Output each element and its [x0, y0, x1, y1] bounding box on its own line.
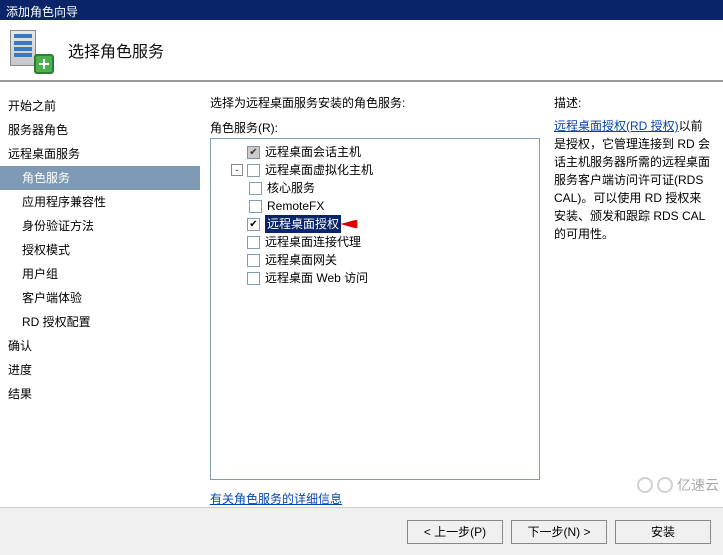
nav-step[interactable]: 授权模式: [0, 238, 200, 262]
tree-row[interactable]: RemoteFX: [213, 197, 537, 215]
tree-row[interactable]: 远程桌面授权◄: [213, 215, 537, 233]
tree-row[interactable]: 远程桌面连接代理: [213, 233, 537, 251]
tree-row[interactable]: 远程桌面 Web 访问: [213, 269, 537, 287]
role-services-tree[interactable]: 远程桌面会话主机-远程桌面虚拟化主机核心服务RemoteFX远程桌面授权◄远程桌…: [210, 138, 540, 480]
nav-step[interactable]: 进度: [0, 358, 200, 382]
description-link[interactable]: 远程桌面授权(RD 授权): [554, 119, 679, 133]
tree-item-label[interactable]: RemoteFX: [267, 197, 324, 215]
nav-step[interactable]: 应用程序兼容性: [0, 190, 200, 214]
tree-item-label[interactable]: 远程桌面网关: [265, 251, 337, 269]
tree-item-label[interactable]: 远程桌面虚拟化主机: [265, 161, 373, 179]
nav-step[interactable]: 角色服务: [0, 166, 200, 190]
nav-step[interactable]: RD 授权配置: [0, 310, 200, 334]
plus-icon: [34, 54, 54, 74]
nav-step[interactable]: 客户端体验: [0, 286, 200, 310]
tree-row[interactable]: 远程桌面会话主机: [213, 143, 537, 161]
prompt-text: 选择为远程桌面服务安装的角色服务:: [210, 94, 540, 111]
tree-item-label[interactable]: 远程桌面授权: [265, 215, 341, 233]
install-button[interactable]: 安装: [615, 520, 711, 544]
tree-item-label[interactable]: 远程桌面连接代理: [265, 233, 361, 251]
description-text: 远程桌面授权(RD 授权)以前是授权，它管理连接到 RD 会话主机服务器所需的远…: [554, 117, 713, 243]
checkbox[interactable]: [247, 272, 260, 285]
nav-step[interactable]: 结果: [0, 382, 200, 406]
checkbox[interactable]: [247, 164, 260, 177]
next-button[interactable]: 下一步(N) >: [511, 520, 607, 544]
description-body: 以前是授权，它管理连接到 RD 会话主机服务器所需的远程桌面服务客户端访问许可证…: [554, 119, 710, 241]
checkbox[interactable]: [249, 200, 262, 213]
wizard-header: 选择角色服务: [0, 20, 723, 82]
nav-step[interactable]: 远程桌面服务: [0, 142, 200, 166]
nav-step[interactable]: 用户组: [0, 262, 200, 286]
previous-button[interactable]: < 上一步(P): [407, 520, 503, 544]
details-link[interactable]: 有关角色服务的详细信息: [210, 490, 540, 507]
window-title: 添加角色向导: [6, 5, 78, 19]
checkbox: [247, 146, 260, 159]
tree-row[interactable]: 远程桌面网关: [213, 251, 537, 269]
tree-row[interactable]: - 远程桌面虚拟化主机: [213, 161, 537, 179]
window-title-bar: 添加角色向导: [0, 0, 723, 20]
tree-item-label[interactable]: 核心服务: [267, 179, 315, 197]
nav-step[interactable]: 服务器角色: [0, 118, 200, 142]
page-title: 选择角色服务: [68, 38, 164, 62]
wizard-button-bar: < 上一步(P) 下一步(N) > 安装: [0, 507, 723, 555]
checkbox[interactable]: [247, 254, 260, 267]
tree-item-label[interactable]: 远程桌面 Web 访问: [265, 269, 368, 287]
wizard-steps-sidebar: 开始之前服务器角色远程桌面服务角色服务应用程序兼容性身份验证方法授权模式用户组客…: [0, 82, 200, 507]
nav-step[interactable]: 开始之前: [0, 94, 200, 118]
checkbox[interactable]: [247, 218, 260, 231]
description-label: 描述:: [554, 94, 713, 111]
tree-item-label[interactable]: 远程桌面会话主机: [265, 143, 361, 161]
tree-row[interactable]: 核心服务: [213, 179, 537, 197]
highlight-arrow-icon: ◄: [335, 214, 360, 232]
role-services-label: 角色服务(R):: [210, 119, 540, 136]
checkbox[interactable]: [247, 236, 260, 249]
checkbox[interactable]: [249, 182, 262, 195]
nav-step[interactable]: 身份验证方法: [0, 214, 200, 238]
tree-toggle-icon[interactable]: -: [231, 164, 243, 176]
wizard-icon: [10, 30, 50, 70]
nav-step[interactable]: 确认: [0, 334, 200, 358]
